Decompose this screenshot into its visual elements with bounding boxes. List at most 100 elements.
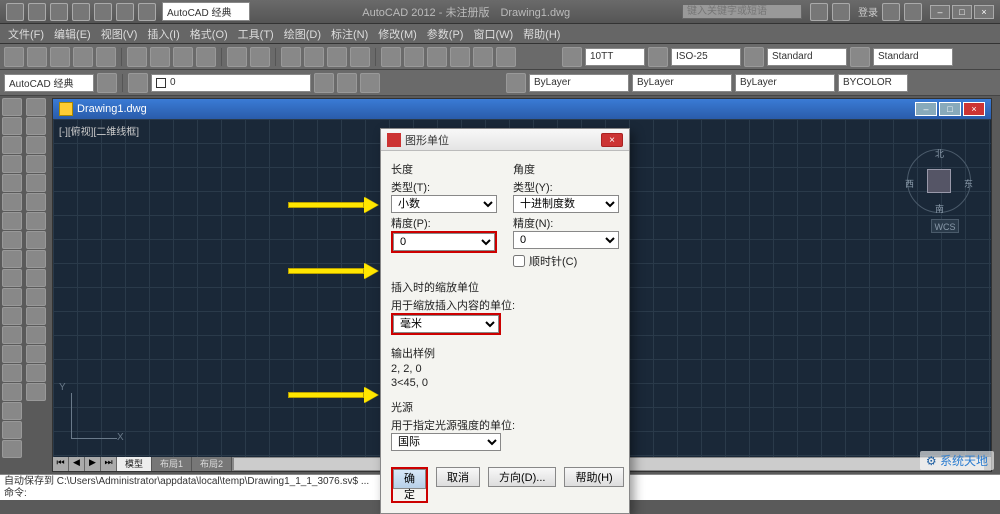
viewcube[interactable]: 北 南 东 西 — [907, 149, 971, 213]
dialog-titlebar[interactable]: 图形单位 × — [381, 129, 629, 151]
open-icon[interactable] — [50, 3, 68, 21]
tab-first-icon[interactable]: ⏮ — [53, 457, 69, 471]
user-icon[interactable] — [832, 3, 850, 21]
menu-item-0[interactable]: 文件(F) — [8, 26, 44, 42]
layer-state-icon[interactable] — [314, 73, 334, 93]
ok-button[interactable]: 确定 — [393, 469, 426, 489]
maximize-button[interactable]: □ — [952, 5, 972, 19]
wcs-label[interactable]: WCS — [931, 219, 959, 233]
menu-item-8[interactable]: 修改(M) — [378, 26, 417, 42]
doc-close-button[interactable]: × — [963, 102, 985, 116]
zoom-icon[interactable] — [304, 47, 324, 67]
layer-combo[interactable]: 0 — [151, 74, 311, 92]
spline-icon[interactable] — [2, 250, 22, 268]
redo-icon[interactable] — [250, 47, 270, 67]
markup-icon[interactable] — [473, 47, 493, 67]
plot-preview-icon[interactable] — [96, 47, 116, 67]
new-icon[interactable] — [4, 47, 24, 67]
tab-next-icon[interactable]: ▶ — [85, 457, 101, 471]
color-combo[interactable]: ByLayer — [529, 74, 629, 92]
menu-item-3[interactable]: 插入(I) — [147, 26, 179, 42]
dialog-close-button[interactable]: × — [601, 133, 623, 147]
viewport-label[interactable]: [-][俯视][二维线框] — [59, 123, 139, 138]
help-search-input[interactable] — [682, 4, 802, 19]
ellipse-arc-icon[interactable] — [2, 288, 22, 306]
menu-item-5[interactable]: 工具(T) — [238, 26, 274, 42]
dim-icon[interactable] — [648, 47, 668, 67]
text-icon[interactable] — [562, 47, 582, 67]
angle-precision-select[interactable]: 0 — [513, 231, 619, 249]
doc-minimize-button[interactable]: – — [915, 102, 937, 116]
viewcube-west[interactable]: 西 — [905, 177, 914, 190]
textwidth-combo[interactable]: 10TT — [585, 48, 645, 66]
designcenter-icon[interactable] — [404, 47, 424, 67]
menu-item-9[interactable]: 参数(P) — [427, 26, 464, 42]
color-icon[interactable] — [506, 73, 526, 93]
break-icon[interactable] — [26, 307, 46, 325]
mirror-icon[interactable] — [26, 136, 46, 154]
print-icon[interactable] — [138, 3, 156, 21]
offset-icon[interactable] — [26, 155, 46, 173]
move-icon[interactable] — [26, 193, 46, 211]
scale-icon[interactable] — [26, 231, 46, 249]
undo-icon[interactable] — [227, 47, 247, 67]
zoom-window-icon[interactable] — [327, 47, 347, 67]
tab-layout2[interactable]: 布局2 — [192, 457, 232, 471]
length-precision-select[interactable]: 0 — [393, 233, 495, 251]
linetype-combo[interactable]: ByLayer — [632, 74, 732, 92]
tab-last-icon[interactable]: ⏭ — [101, 457, 117, 471]
tab-layout1[interactable]: 布局1 — [152, 457, 192, 471]
join-icon[interactable] — [26, 326, 46, 344]
table-icon[interactable] — [2, 421, 22, 439]
mtext-icon[interactable] — [2, 440, 22, 458]
layer-iso-icon[interactable] — [337, 73, 357, 93]
redo-icon[interactable] — [116, 3, 134, 21]
minimize-button[interactable]: – — [930, 5, 950, 19]
undo-icon[interactable] — [94, 3, 112, 21]
point-icon[interactable] — [2, 345, 22, 363]
help-icon[interactable] — [904, 3, 922, 21]
textstyle2-combo[interactable]: Standard — [873, 48, 953, 66]
save-icon[interactable] — [72, 3, 90, 21]
menu-item-1[interactable]: 编辑(E) — [54, 26, 91, 42]
viewcube-east[interactable]: 东 — [964, 177, 973, 190]
sheetset-icon[interactable] — [450, 47, 470, 67]
gradient-icon[interactable] — [2, 383, 22, 401]
copy-icon[interactable] — [150, 47, 170, 67]
insert-units-select[interactable]: 毫米 — [393, 315, 499, 333]
infocenter-icon[interactable] — [810, 3, 828, 21]
print-icon[interactable] — [73, 47, 93, 67]
explode-icon[interactable] — [26, 383, 46, 401]
menu-item-2[interactable]: 视图(V) — [101, 26, 138, 42]
array-icon[interactable] — [26, 174, 46, 192]
tab-prev-icon[interactable]: ◀ — [69, 457, 85, 471]
menu-item-4[interactable]: 格式(O) — [190, 26, 228, 42]
menu-item-11[interactable]: 帮助(H) — [523, 26, 560, 42]
layer-prop-icon[interactable] — [128, 73, 148, 93]
app-menu-icon[interactable] — [6, 3, 24, 21]
direction-button[interactable]: 方向(D)... — [488, 467, 556, 487]
light-units-select[interactable]: 国际 — [391, 433, 501, 451]
menu-item-7[interactable]: 标注(N) — [331, 26, 368, 42]
angle-type-select[interactable]: 十进制度数 — [513, 195, 619, 213]
matchprop-icon[interactable] — [196, 47, 216, 67]
xline-icon[interactable] — [2, 117, 22, 135]
workspace-dropdown[interactable]: AutoCAD 经典 — [162, 2, 250, 21]
exchange-icon[interactable] — [882, 3, 900, 21]
ellipse-icon[interactable] — [2, 269, 22, 287]
help-button[interactable]: 帮助(H) — [564, 467, 623, 487]
textstyle1-combo[interactable]: Standard — [767, 48, 847, 66]
plotstyle-combo[interactable]: BYCOLOR — [838, 74, 908, 92]
viewcube-north[interactable]: 北 — [935, 147, 944, 160]
menu-item-10[interactable]: 窗口(W) — [473, 26, 513, 42]
hatch-icon[interactable] — [2, 364, 22, 382]
stretch-icon[interactable] — [26, 250, 46, 268]
style2-icon[interactable] — [850, 47, 870, 67]
tab-model[interactable]: 模型 — [117, 457, 152, 471]
quickcalc-icon[interactable] — [496, 47, 516, 67]
region-icon[interactable] — [2, 402, 22, 420]
viewcube-south[interactable]: 南 — [935, 202, 944, 215]
menu-item-6[interactable]: 绘图(D) — [284, 26, 321, 42]
layer-prev-icon[interactable] — [360, 73, 380, 93]
rotate-icon[interactable] — [26, 212, 46, 230]
